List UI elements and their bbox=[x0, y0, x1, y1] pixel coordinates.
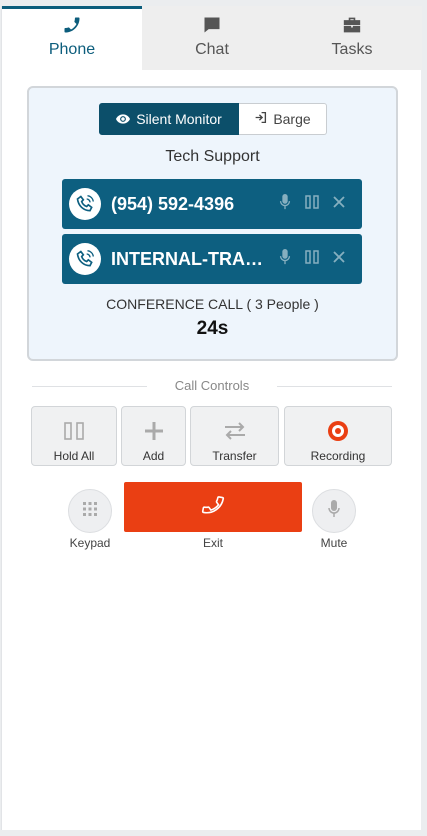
recording-label: Recording bbox=[310, 449, 366, 463]
transfer-button[interactable]: Transfer bbox=[190, 406, 279, 466]
tab-phone-label: Phone bbox=[48, 41, 96, 58]
tab-bar: Phone Chat Tasks bbox=[2, 6, 422, 70]
call-controls-heading: Call Controls bbox=[32, 378, 392, 396]
barge-label: Barge bbox=[273, 111, 311, 127]
participant-row: (954) 592-4396 bbox=[62, 179, 362, 229]
barge-button[interactable]: Barge bbox=[239, 103, 327, 135]
close-icon[interactable] bbox=[333, 195, 345, 213]
hold-all-label: Hold All bbox=[53, 449, 95, 463]
exit-call-button[interactable] bbox=[124, 482, 302, 532]
participant-controls bbox=[279, 193, 345, 215]
exit-label: Exit bbox=[202, 536, 223, 550]
eye-icon bbox=[116, 111, 131, 127]
tab-phone[interactable]: Phone bbox=[2, 6, 142, 70]
silent-monitor-button[interactable]: Silent Monitor bbox=[99, 103, 239, 135]
participant-name: (954) 592-4396 bbox=[111, 193, 235, 214]
participant-row: INTERNAL-TRANSFER bbox=[62, 234, 362, 284]
chat-icon bbox=[202, 14, 222, 36]
keypad-label: Keypad bbox=[69, 536, 111, 550]
call-duration: 24s bbox=[196, 318, 229, 339]
phone-volume-icon bbox=[69, 188, 101, 220]
microphone-icon[interactable] bbox=[279, 248, 291, 270]
queue-name: Tech Support bbox=[165, 148, 260, 165]
softphone-panel: Phone Chat Tasks Silent Monitor Barge Te… bbox=[1, 6, 422, 830]
mute-label: Mute bbox=[320, 536, 348, 550]
briefcase-icon bbox=[342, 14, 362, 36]
silent-monitor-label: Silent Monitor bbox=[136, 111, 222, 127]
add-label: Add bbox=[142, 449, 165, 463]
participant-name: INTERNAL-TRANSFER bbox=[111, 248, 271, 269]
microphone-icon[interactable] bbox=[279, 193, 291, 215]
tab-tasks-label: Tasks bbox=[331, 41, 373, 58]
pause-icon[interactable] bbox=[305, 194, 319, 214]
tab-tasks[interactable]: Tasks bbox=[282, 6, 422, 70]
phone-volume-icon bbox=[69, 243, 101, 275]
monitor-mode-toggle: Silent Monitor Barge bbox=[99, 103, 327, 135]
keypad-icon bbox=[82, 501, 98, 522]
plus-icon bbox=[144, 419, 163, 443]
tab-chat[interactable]: Chat bbox=[142, 6, 282, 70]
transfer-arrows-icon bbox=[224, 419, 246, 443]
add-button[interactable]: Add bbox=[121, 406, 186, 466]
close-icon[interactable] bbox=[333, 250, 345, 268]
mute-button[interactable] bbox=[312, 489, 356, 533]
microphone-icon bbox=[328, 499, 340, 523]
record-icon bbox=[328, 419, 348, 443]
conference-card: Silent Monitor Barge Tech Support (954) … bbox=[27, 86, 398, 361]
pause-icon bbox=[64, 419, 84, 443]
hold-all-button[interactable]: Hold All bbox=[31, 406, 117, 466]
hangup-phone-icon bbox=[201, 493, 225, 522]
transfer-label: Transfer bbox=[212, 449, 257, 463]
conference-count: CONFERENCE CALL ( 3 People ) bbox=[106, 296, 319, 312]
sign-in-icon bbox=[254, 111, 267, 127]
participant-controls bbox=[279, 248, 345, 270]
pause-icon[interactable] bbox=[305, 249, 319, 269]
keypad-button[interactable] bbox=[68, 489, 112, 533]
recording-button[interactable]: Recording bbox=[284, 406, 392, 466]
call-controls-label: Call Controls bbox=[174, 378, 250, 393]
phone-icon bbox=[62, 14, 82, 36]
tab-chat-label: Chat bbox=[195, 41, 229, 58]
